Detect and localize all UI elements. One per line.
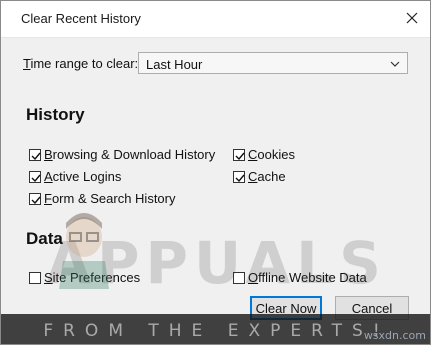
- cache-checkbox[interactable]: Cache: [233, 169, 286, 184]
- offline-website-data-checkbox[interactable]: Offline Website Data: [233, 270, 367, 285]
- close-icon: [406, 12, 418, 24]
- checkbox-box: [29, 192, 41, 205]
- chevron-down-icon: [390, 61, 400, 67]
- active-logins-checkbox[interactable]: Active Logins: [29, 169, 121, 184]
- checkbox-label: Offline Website Data: [248, 270, 367, 285]
- time-range-value: Last Hour: [146, 57, 203, 72]
- cookies-checkbox[interactable]: Cookies: [233, 147, 295, 162]
- checkbox-box: [233, 148, 245, 161]
- site-preferences-checkbox[interactable]: Site Preferences: [29, 270, 140, 285]
- close-button[interactable]: [400, 6, 424, 30]
- checkbox-box: [233, 170, 245, 183]
- time-range-label: Time range to clear:: [23, 56, 139, 71]
- clear-history-dialog: Clear Recent History Time range to clear…: [0, 0, 431, 345]
- checkbox-box: [29, 271, 41, 284]
- history-heading: History: [26, 105, 85, 124]
- data-heading: Data: [26, 229, 63, 248]
- time-range-select[interactable]: Last Hour: [138, 52, 408, 74]
- checkbox-label: Cookies: [248, 147, 295, 162]
- checkbox-label: Active Logins: [44, 169, 122, 184]
- checkbox-label: Browsing & Download History: [44, 147, 216, 162]
- checkbox-label: Form & Search History: [44, 191, 176, 206]
- dialog-title: Clear Recent History: [21, 11, 141, 26]
- checkbox-box: [233, 271, 245, 284]
- checkbox-box: [29, 148, 41, 161]
- title-bar: Clear Recent History: [1, 1, 430, 38]
- checkbox-label: Cache: [248, 169, 286, 184]
- form-search-history-checkbox[interactable]: Form & Search History: [29, 191, 176, 206]
- checkbox-label: Site Preferences: [44, 270, 141, 285]
- browsing-download-history-checkbox[interactable]: Browsing & Download History: [29, 147, 215, 162]
- checkbox-box: [29, 170, 41, 183]
- source-credit: wsxdn.com: [363, 329, 426, 342]
